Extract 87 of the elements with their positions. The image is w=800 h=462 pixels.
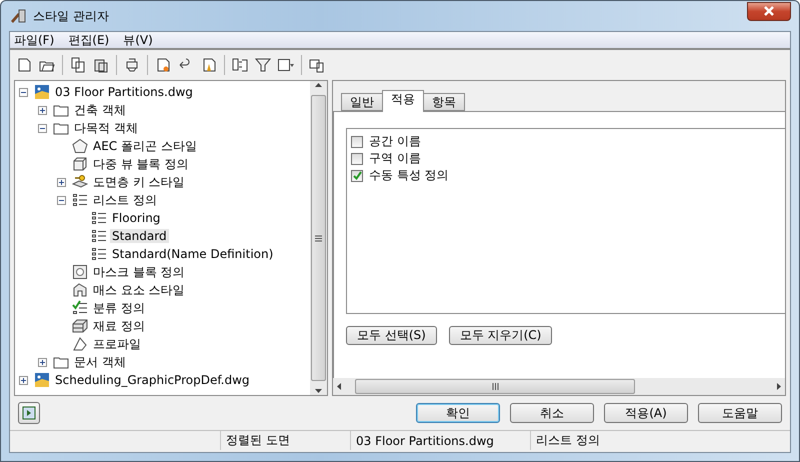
- plus-icon: [20, 376, 27, 384]
- panel-play-icon: [22, 406, 36, 420]
- cleanup-document-icon[interactable]: [201, 57, 217, 73]
- mass-shape-icon: [72, 282, 88, 298]
- tree-item[interactable]: Standard: [110, 229, 169, 243]
- expand-button[interactable]: [19, 376, 28, 384]
- status-text: 정렬된 도면: [220, 431, 350, 450]
- tree-item[interactable]: Scheduling_GraphicPropDef.dwg: [53, 373, 252, 387]
- checkbox[interactable]: [351, 136, 363, 148]
- tree-item[interactable]: 도면층 키 스타일: [91, 174, 187, 190]
- panel-button[interactable]: 모두 선택(S): [346, 326, 437, 345]
- grip-icon: [492, 383, 498, 390]
- compare-icon[interactable]: [232, 57, 248, 73]
- tree-item[interactable]: Flooring: [110, 211, 162, 225]
- dialog-button[interactable]: 취소: [510, 403, 594, 423]
- window-title: 스타일 관리자: [33, 8, 109, 24]
- filter-icon[interactable]: [255, 57, 271, 73]
- scroll-right-icon[interactable]: [777, 383, 781, 390]
- checkbox-label: 구역 이름: [369, 150, 421, 167]
- cube-icon: [72, 156, 88, 172]
- tree-item[interactable]: 재료 정의: [91, 318, 147, 334]
- profile-shape-icon: [72, 336, 88, 352]
- scroll-down-icon[interactable]: [315, 389, 322, 393]
- pentagon-icon: [72, 138, 88, 154]
- tree-item[interactable]: 문서 객체: [72, 354, 128, 370]
- slab-icon: [72, 318, 88, 334]
- tab[interactable]: 일반: [341, 93, 383, 111]
- checkbox[interactable]: [351, 170, 363, 182]
- expand-button[interactable]: [38, 106, 47, 114]
- plus-icon: [39, 106, 46, 114]
- tree-item[interactable]: 매스 요소 스타일: [91, 282, 187, 298]
- new-style-icon[interactable]: [155, 57, 171, 73]
- collapse-button[interactable]: [57, 196, 66, 204]
- tab[interactable]: 적용: [382, 90, 424, 112]
- drawing-file-icon: [34, 84, 50, 100]
- tree-item[interactable]: 다목적 객체: [72, 120, 140, 136]
- tree-item[interactable]: 다중 뷰 블록 정의: [91, 156, 190, 172]
- close-button[interactable]: [747, 2, 791, 20]
- tree-item[interactable]: 프로파일: [91, 336, 143, 352]
- grip-icon: [315, 234, 322, 242]
- tab[interactable]: 항목: [423, 93, 465, 111]
- scroll-left-icon[interactable]: [337, 383, 341, 390]
- tree-item[interactable]: AEC 폴리곤 스타일: [91, 138, 199, 154]
- tree-item[interactable]: 03 Floor Partitions.dwg: [53, 85, 195, 99]
- dialog-button[interactable]: 도움말: [698, 403, 782, 423]
- horizontal-scrollbar[interactable]: [333, 378, 785, 395]
- menu-item[interactable]: 편집(E): [68, 32, 110, 48]
- tree-item[interactable]: Standard(Name Definition): [110, 247, 276, 261]
- collapse-button[interactable]: [19, 88, 28, 96]
- copy-icon[interactable]: [70, 57, 86, 73]
- toggle-panel-button[interactable]: [18, 402, 40, 424]
- paste-icon[interactable]: [93, 57, 109, 73]
- tree-item[interactable]: 건축 객체: [72, 102, 128, 118]
- scroll-up-icon[interactable]: [315, 83, 322, 87]
- expand-button[interactable]: [57, 178, 66, 186]
- checkbox-label: 수동 특성 정의: [369, 167, 449, 184]
- dialog-button[interactable]: 확인: [416, 403, 500, 423]
- dialog-button[interactable]: 적용(A): [604, 403, 688, 423]
- list-icon: [91, 210, 107, 226]
- list-icon: [91, 246, 107, 262]
- plus-icon: [58, 178, 65, 186]
- drawing-file-icon: [34, 372, 50, 388]
- status-text: 리스트 정의: [530, 431, 750, 450]
- checkbox[interactable]: [351, 152, 363, 164]
- checklist-icon: [72, 300, 88, 316]
- menu-item[interactable]: 파일(F): [14, 32, 54, 48]
- close-icon: [763, 6, 775, 16]
- status-text: 03 Floor Partitions.dwg: [350, 431, 530, 450]
- tree-item[interactable]: 마스크 블록 정의: [91, 264, 187, 280]
- purge-icon[interactable]: [124, 57, 140, 73]
- app-icon: [9, 7, 27, 25]
- vertical-scrollbar[interactable]: [310, 81, 327, 395]
- expand-button[interactable]: [38, 358, 47, 366]
- toggle-view-icon[interactable]: [309, 57, 325, 73]
- collapse-button[interactable]: [38, 124, 47, 132]
- tree-item[interactable]: 분류 정의: [91, 300, 147, 316]
- key-layers-icon: [72, 174, 88, 190]
- plus-icon: [39, 358, 46, 366]
- view-dropdown-icon[interactable]: [278, 57, 294, 73]
- tree-item[interactable]: 리스트 정의: [91, 192, 159, 208]
- panel-button[interactable]: 모두 지우기(C): [448, 326, 552, 345]
- list-icon: [91, 228, 107, 244]
- checkbox-label: 공간 이름: [369, 133, 421, 150]
- new-document-icon[interactable]: [16, 57, 32, 73]
- list-icon: [72, 192, 88, 208]
- mask-block-icon: [72, 264, 88, 280]
- menu-item[interactable]: 뷰(V): [123, 32, 153, 48]
